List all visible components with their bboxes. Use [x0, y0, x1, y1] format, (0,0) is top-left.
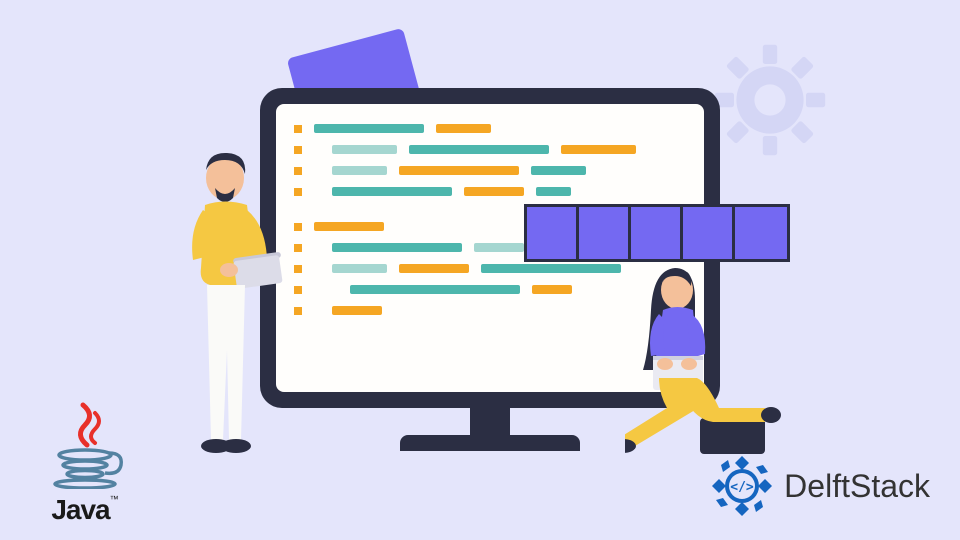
java-logo: Java™	[30, 399, 140, 526]
array-cell	[527, 207, 579, 259]
gear-icon	[710, 40, 830, 160]
array-cell	[683, 207, 735, 259]
java-cup-icon	[45, 399, 125, 489]
delftstack-logo: </> DelftStack	[710, 454, 930, 518]
java-tm: ™	[110, 494, 119, 504]
array-cell	[631, 207, 683, 259]
array-illustration	[524, 204, 790, 262]
woman-illustration	[625, 260, 795, 460]
delftstack-logo-text: DelftStack	[784, 468, 930, 505]
array-cell	[735, 207, 787, 259]
man-illustration	[175, 150, 285, 460]
java-logo-text: Java	[51, 494, 109, 525]
svg-text:</>: </>	[730, 480, 754, 495]
array-cell	[579, 207, 631, 259]
monitor-stand-base	[400, 435, 580, 451]
delftstack-badge-icon: </>	[710, 454, 774, 518]
